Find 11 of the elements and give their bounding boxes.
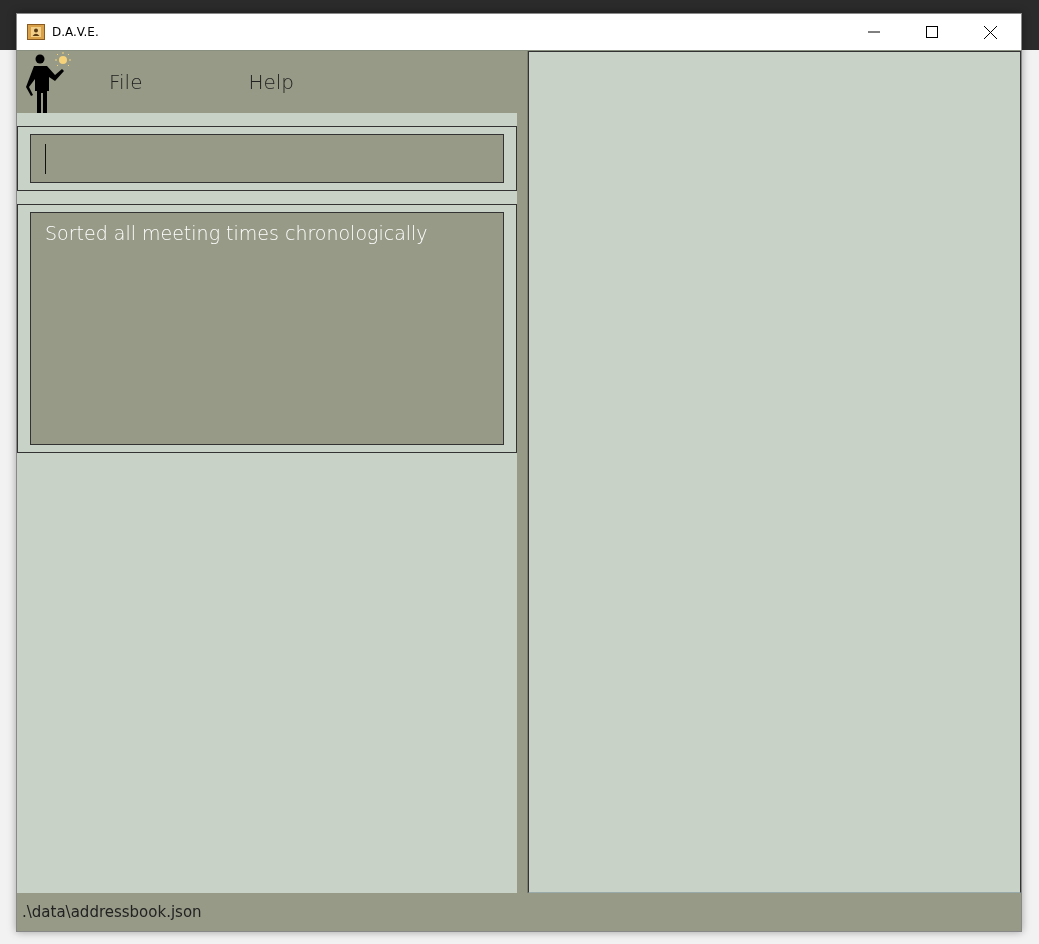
menu-item[interactable]: Help <box>248 70 295 94</box>
window-title: D.A.V.E. <box>52 25 99 39</box>
menu-item[interactable]: File <box>109 70 143 94</box>
maximize-icon[interactable] <box>926 26 938 38</box>
command-input-field[interactable] <box>30 134 504 183</box>
close-icon[interactable] <box>984 25 997 39</box>
result-message: Sorted all meeting times chronologically <box>45 222 428 244</box>
text-cursor <box>45 143 46 174</box>
person-with-lightbulb-icon <box>25 51 73 113</box>
address-book-icon <box>27 24 45 40</box>
file-path: .\data\addressbook.json <box>22 903 202 921</box>
